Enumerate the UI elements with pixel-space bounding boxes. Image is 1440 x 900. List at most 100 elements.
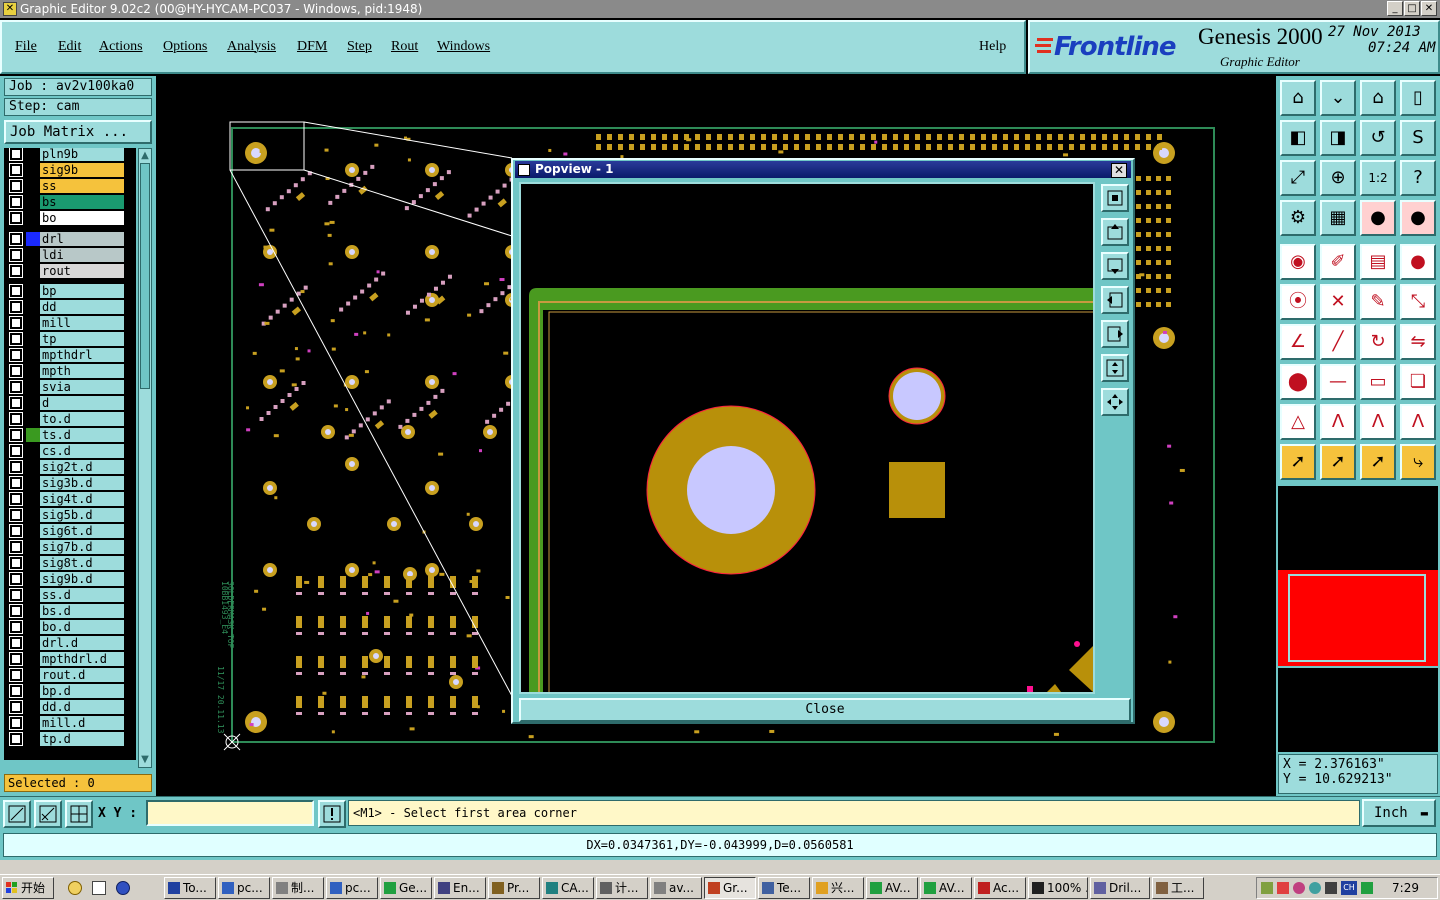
layer-row[interactable]: mpthdrl.d [4,651,136,667]
layer-checkbox[interactable] [10,541,22,553]
popview-pan-right-button[interactable] [1101,320,1129,348]
popview-pan-down-button[interactable] [1101,252,1129,280]
pan-right-button[interactable]: ◨ [1320,120,1356,156]
layer-color-swatch[interactable] [26,620,40,634]
layer-checkbox[interactable] [10,196,22,208]
popview-zoom-in-button[interactable] [1101,388,1129,416]
layer-checkbox[interactable] [10,249,22,261]
layer-checkbox[interactable] [10,413,22,425]
layer-color-swatch[interactable] [26,476,40,490]
taskbar-task[interactable]: 计... [596,877,648,899]
layer-name[interactable]: ss.d [40,588,124,602]
close-window-button[interactable]: ✕ [1421,1,1437,16]
layer-color-swatch[interactable] [26,348,40,362]
warning-button[interactable] [318,800,346,828]
help-button[interactable]: ? [1400,160,1436,196]
layer-name[interactable]: sig6t.d [40,524,124,538]
maximize-button[interactable]: □ [1404,1,1420,16]
minimize-button[interactable]: _ [1387,1,1403,16]
layer-row[interactable]: sig9b [4,162,136,178]
layer-name[interactable]: mill.d [40,716,124,730]
move-point-button[interactable]: ✎ [1360,284,1396,320]
taskbar-task[interactable]: Ge... [380,877,432,899]
tray-icon-3[interactable] [1293,882,1305,894]
tray-icon-6[interactable] [1361,882,1373,894]
layer-checkbox[interactable] [10,525,22,537]
net-select-button[interactable]: ⤷ [1400,444,1436,480]
layer-checkbox[interactable] [10,164,22,176]
popview-close-button[interactable]: Close [519,698,1131,722]
layer-name[interactable]: d [40,396,124,410]
layer-name[interactable]: rout.d [40,668,124,682]
layer-row[interactable]: drl.d [4,635,136,651]
layer-name[interactable]: sig8t.d [40,556,124,570]
layer-name[interactable]: bo.d [40,620,124,634]
layers-red-2-button[interactable]: ● [1400,200,1436,236]
mirror-button[interactable]: ⇋ [1400,324,1436,360]
menu-step[interactable]: Step [347,39,372,55]
taskbar-task[interactable]: Pr... [488,877,540,899]
layer-row[interactable]: sig9b.d [4,571,136,587]
layer-color-swatch[interactable] [26,652,40,666]
delete-point-button[interactable]: ✕ [1320,284,1356,320]
layer-name[interactable]: mpthdrl.d [40,652,124,666]
zoom-center-button[interactable]: ⊕ [1320,160,1356,196]
taskbar-task[interactable]: CA... [542,877,594,899]
layers-red-button[interactable]: ● [1360,200,1396,236]
layer-color-swatch[interactable] [26,668,40,682]
layer-row[interactable]: ldi [4,247,136,263]
layer-color-swatch[interactable] [26,556,40,570]
menu-file[interactable]: File [15,39,37,55]
layer-color-swatch[interactable] [26,572,40,586]
layer-row[interactable]: mpthdrl [4,347,136,363]
popview-zoom-fit-button[interactable] [1101,184,1129,212]
layer-color-swatch[interactable] [26,148,40,161]
layer-checkbox[interactable] [10,701,22,713]
house-button[interactable]: ⌂ [1360,80,1396,116]
layer-scrollbar[interactable]: ▲ ▼ [138,148,152,768]
layer-color-swatch[interactable] [26,195,40,209]
taskbar-task[interactable]: To... [164,877,216,899]
taskbar-task[interactable]: Dril... [1090,877,1150,899]
layer-name[interactable]: rout [40,264,124,278]
ime-icon[interactable]: CH [1341,881,1357,895]
scroll-up-icon[interactable]: ▲ [140,151,150,161]
notepad-app-icon[interactable] [92,881,106,895]
layer-checkbox[interactable] [10,333,22,345]
layer-checkbox[interactable] [10,265,22,277]
layer-name[interactable]: tp.d [40,732,124,746]
layer-color-swatch[interactable] [26,232,40,246]
layer-checkbox[interactable] [10,233,22,245]
layer-name[interactable]: ss [40,179,124,193]
layer-name[interactable]: sig7b.d [40,540,124,554]
layer-color-swatch[interactable] [26,248,40,262]
layer-color-swatch[interactable] [26,284,40,298]
xy-input[interactable] [146,800,314,826]
layer-row[interactable]: sig2t.d [4,459,136,475]
arc-button[interactable]: Λ [1320,404,1356,440]
layer-checkbox[interactable] [10,477,22,489]
layer-row[interactable]: bp [4,283,136,299]
split-view-button[interactable]: ▯ [1400,80,1436,116]
layer-name[interactable]: sig4t.d [40,492,124,506]
layer-color-swatch[interactable] [26,636,40,650]
zoom-down-button[interactable]: ⌄ [1320,80,1356,116]
layer-color-swatch[interactable] [26,732,40,746]
popview-zoom-view[interactable] [521,184,1093,692]
layer-row[interactable]: bo.d [4,619,136,635]
taskbar-task[interactable]: av... [650,877,702,899]
taskbar-task[interactable]: 兴... [812,877,864,899]
layer-row[interactable]: tp.d [4,731,136,747]
job-matrix-button[interactable]: Job Matrix ... [4,120,152,144]
layer-row[interactable]: mpth [4,363,136,379]
zoom-fit-button[interactable]: ⤢ [1280,160,1316,196]
layer-name[interactable]: drl [40,232,124,246]
layer-row[interactable]: bp.d [4,683,136,699]
layer-checkbox[interactable] [10,285,22,297]
layer-row[interactable]: mill.d [4,715,136,731]
clock-app-icon[interactable] [68,881,82,895]
rotate-button[interactable]: ↻ [1360,324,1396,360]
menu-help[interactable]: Help [979,39,1006,55]
layer-color-swatch[interactable] [26,364,40,378]
layer-row[interactable]: to.d [4,411,136,427]
